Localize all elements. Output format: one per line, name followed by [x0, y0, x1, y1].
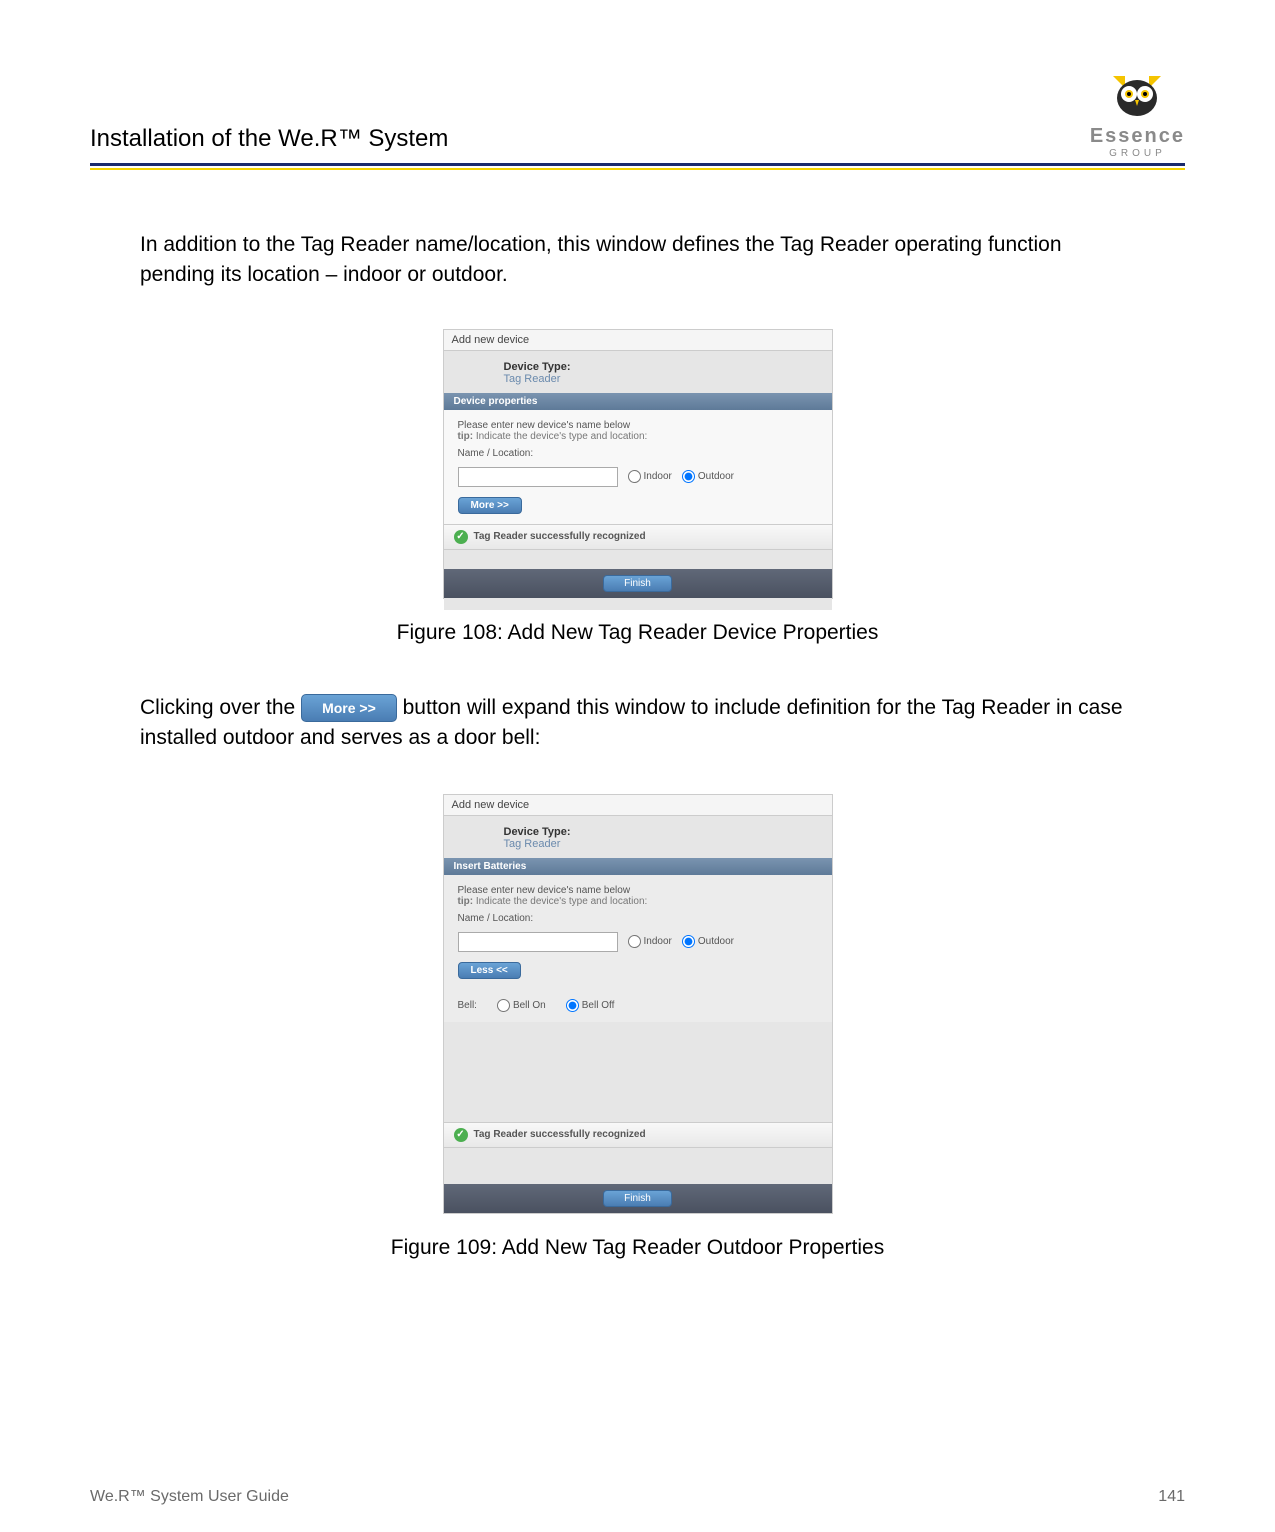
dialog-title: Add new device: [444, 795, 832, 816]
check-icon: ✓: [454, 1128, 468, 1142]
device-type-label: Device Type:: [504, 826, 571, 838]
name-input[interactable]: [458, 467, 618, 487]
less-button[interactable]: Less <<: [458, 962, 521, 979]
more-button-inline: More >>: [301, 694, 397, 722]
figure-109-caption: Figure 109: Add New Tag Reader Outdoor P…: [140, 1236, 1135, 1260]
divider: [90, 163, 1185, 166]
success-text: Tag Reader successfully recognized: [474, 531, 646, 542]
success-bar: ✓ Tag Reader successfully recognized: [444, 1122, 832, 1148]
body-paragraph-2: Clicking over the More >> button will ex…: [140, 693, 1135, 754]
check-icon: ✓: [454, 530, 468, 544]
device-type: Device Type: Tag Reader: [444, 351, 832, 393]
success-text: Tag Reader successfully recognized: [474, 1129, 646, 1140]
brand-logo: Essence GROUP: [1090, 70, 1185, 159]
device-type-value: Tag Reader: [504, 838, 561, 850]
body-paragraph-1: In addition to the Tag Reader name/locat…: [140, 230, 1135, 291]
page-number: 141: [1158, 1488, 1185, 1506]
tip-text: tip: Indicate the device's type and loca…: [458, 431, 818, 442]
indoor-radio[interactable]: Indoor: [628, 935, 672, 948]
section-header-properties: Device properties: [444, 393, 832, 410]
finish-button[interactable]: Finish: [603, 1190, 672, 1207]
footer-left: We.R™ System User Guide: [90, 1488, 289, 1506]
name-label: Name / Location:: [458, 448, 818, 459]
instruction-text: Please enter new device's name below: [458, 885, 818, 896]
device-type-label: Device Type:: [504, 361, 571, 373]
tip-text: tip: Indicate the device's type and loca…: [458, 896, 818, 907]
section-header-insert: Insert Batteries: [444, 858, 832, 875]
outdoor-radio[interactable]: Outdoor: [682, 470, 734, 483]
more-button[interactable]: More >>: [458, 497, 522, 514]
logo-text: Essence: [1090, 125, 1185, 148]
device-type-value: Tag Reader: [504, 373, 561, 385]
name-input[interactable]: [458, 932, 618, 952]
success-bar: ✓ Tag Reader successfully recognized: [444, 524, 832, 550]
figure-108-caption: Figure 108: Add New Tag Reader Device Pr…: [140, 621, 1135, 645]
indoor-radio[interactable]: Indoor: [628, 470, 672, 483]
dialog-add-device-basic: Add new device Device Type: Tag Reader D…: [443, 329, 833, 599]
device-type: Device Type: Tag Reader: [444, 816, 832, 858]
finish-button[interactable]: Finish: [603, 575, 672, 592]
dialog-title: Add new device: [444, 330, 832, 351]
dialog-add-device-expanded: Add new device Device Type: Tag Reader I…: [443, 794, 833, 1214]
outdoor-radio[interactable]: Outdoor: [682, 935, 734, 948]
bell-off-radio[interactable]: Bell Off: [566, 999, 615, 1012]
owl-icon: [1105, 70, 1169, 120]
page-header-title: Installation of the We.R™ System: [90, 125, 448, 153]
bell-label: Bell:: [458, 1000, 477, 1011]
bell-on-radio[interactable]: Bell On: [497, 999, 546, 1012]
logo-subtext: GROUP: [1090, 148, 1185, 159]
name-label: Name / Location:: [458, 913, 818, 924]
instruction-text: Please enter new device's name below: [458, 420, 818, 431]
